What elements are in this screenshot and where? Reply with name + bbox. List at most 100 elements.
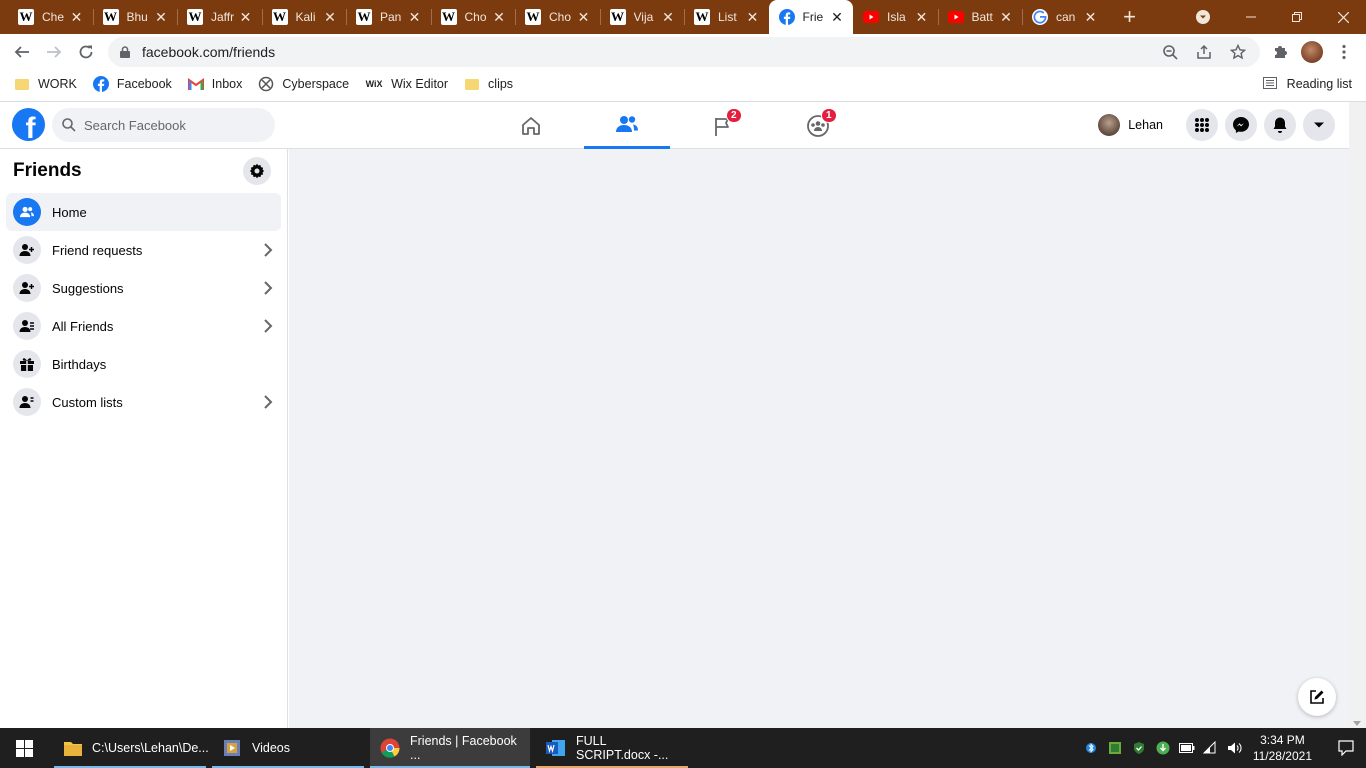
tab-list: W Che ✕ W Bhu ✕ W Jaffr ✕ W Kali ✕ W Pan ✕ W Cho ✕ W… — [0, 0, 1147, 34]
facebook-logo[interactable]: f — [12, 108, 45, 141]
volume-icon[interactable] — [1223, 728, 1247, 768]
tab-title: Che — [42, 10, 65, 24]
bookmark-inbox[interactable]: Inbox — [187, 70, 251, 98]
close-tab-icon[interactable]: ✕ — [576, 9, 592, 25]
sidebar-item-friend-requests[interactable]: Friend requests — [6, 231, 281, 269]
page-scrollbar[interactable] — [1349, 102, 1366, 728]
nav-tab-groups[interactable]: 1 — [775, 102, 861, 149]
account-button[interactable] — [1303, 109, 1335, 141]
browser-tab[interactable]: W Vija ✕ — [599, 0, 685, 34]
close-window-button[interactable] — [1320, 0, 1366, 34]
browser-tab[interactable]: W Jaffr ✕ — [177, 0, 262, 34]
extensions-button[interactable] — [1264, 36, 1296, 68]
browser-tab[interactable]: W Pan ✕ — [346, 0, 431, 34]
new-tab-button[interactable]: + — [1113, 0, 1147, 34]
minimize-button[interactable] — [1228, 0, 1274, 34]
close-tab-icon[interactable]: ✕ — [745, 9, 761, 25]
menu-button[interactable] — [1186, 109, 1218, 141]
tab-title: Vija — [633, 10, 654, 24]
security-icon[interactable] — [1127, 728, 1151, 768]
sidebar-item-all-friends[interactable]: All Friends — [6, 307, 281, 345]
browser-tab[interactable]: can ✕ — [1022, 0, 1107, 34]
bookmark-wix-editor[interactable]: WiX Wix Editor — [365, 70, 456, 98]
sidebar-item-custom-lists[interactable]: Custom lists — [6, 383, 281, 421]
notifications-button[interactable] — [1264, 109, 1296, 141]
main-content-area — [289, 149, 1349, 728]
facebook-search[interactable] — [52, 108, 275, 142]
browser-tab[interactable]: Isla ✕ — [853, 0, 938, 34]
browser-tab[interactable]: W Che ✕ — [8, 0, 93, 34]
browser-tab-strip: W Che ✕ W Bhu ✕ W Jaffr ✕ W Kali ✕ W Pan ✕ W Cho ✕ W… — [0, 0, 1366, 34]
bookmark-label: Facebook — [116, 77, 172, 91]
action-center-button[interactable] — [1326, 728, 1366, 768]
browser-tab[interactable]: W Cho ✕ — [515, 0, 600, 34]
close-tab-icon[interactable]: ✕ — [998, 9, 1014, 25]
nav-tab-friends[interactable] — [584, 102, 670, 149]
new-message-button[interactable] — [1298, 678, 1336, 716]
omnibox-actions — [1154, 37, 1254, 67]
close-tab-icon[interactable]: ✕ — [322, 9, 338, 25]
close-tab-icon[interactable]: ✕ — [914, 9, 930, 25]
restore-button[interactable] — [1274, 0, 1320, 34]
share-button[interactable] — [1188, 36, 1220, 68]
browser-tab[interactable]: W List ✕ — [684, 0, 769, 34]
download-tray-icon[interactable] — [1151, 728, 1175, 768]
tab-title: List — [718, 10, 737, 24]
messenger-icon — [1233, 117, 1249, 133]
reading-list-button[interactable]: Reading list — [1262, 70, 1352, 98]
nav-tab-home[interactable] — [488, 102, 574, 149]
bookmark-cyberspace[interactable]: Cyberspace — [258, 70, 357, 98]
close-tab-icon[interactable]: ✕ — [1083, 9, 1099, 25]
clock-time: 3:34 PM — [1260, 733, 1305, 747]
chrome-menu-button[interactable] — [1328, 36, 1360, 68]
sidebar-item-home[interactable]: Home — [6, 193, 281, 231]
close-icon — [1337, 11, 1349, 23]
bookmark-facebook[interactable]: Facebook — [92, 70, 180, 98]
taskbar-app-label: Videos — [252, 741, 290, 755]
taskbar-app-videos[interactable]: Videos — [212, 728, 364, 768]
scroll-down-icon[interactable] — [1353, 721, 1361, 726]
tab-search-button[interactable] — [1186, 9, 1220, 25]
close-tab-icon[interactable]: ✕ — [829, 9, 845, 25]
messenger-button[interactable] — [1225, 109, 1257, 141]
close-tab-icon[interactable]: ✕ — [69, 9, 85, 25]
search-input[interactable] — [84, 117, 264, 133]
wix-icon: WiX — [365, 79, 383, 89]
close-tab-icon[interactable]: ✕ — [407, 9, 423, 25]
notification-badge: 1 — [821, 108, 837, 123]
bluetooth-icon[interactable] — [1079, 728, 1103, 768]
sidebar-item-suggestions[interactable]: Suggestions — [6, 269, 281, 307]
close-tab-icon[interactable]: ✕ — [491, 9, 507, 25]
address-bar[interactable]: facebook.com/friends — [108, 37, 1260, 67]
browser-tab[interactable]: W Bhu ✕ — [92, 0, 178, 34]
wifi-icon[interactable] — [1199, 728, 1223, 768]
settings-button[interactable] — [243, 157, 271, 185]
sidebar-item-birthdays[interactable]: Birthdays — [6, 345, 281, 383]
browser-tab[interactable]: W Cho ✕ — [430, 0, 516, 34]
friend-request-icon — [13, 236, 41, 264]
app-tray-icon[interactable] — [1103, 728, 1127, 768]
close-tab-icon[interactable]: ✕ — [660, 9, 676, 25]
battery-icon[interactable] — [1175, 728, 1199, 768]
bookmark-star-button[interactable] — [1222, 36, 1254, 68]
zoom-button[interactable] — [1154, 36, 1186, 68]
browser-tab[interactable]: W Kali ✕ — [261, 0, 347, 34]
reload-button[interactable] — [70, 36, 102, 68]
taskbar-app-chrome[interactable]: Friends | Facebook ... — [370, 728, 530, 768]
close-tab-icon[interactable]: ✕ — [238, 9, 254, 25]
forward-button[interactable] — [38, 36, 70, 68]
close-tab-icon[interactable]: ✕ — [153, 9, 169, 25]
browser-tab-active[interactable]: Frie ✕ — [768, 0, 853, 34]
taskbar-app-explorer[interactable]: C:\Users\Lehan\De... — [54, 728, 209, 768]
nav-tab-pages[interactable]: 2 — [680, 102, 766, 149]
profile-button[interactable] — [1296, 36, 1328, 68]
back-button[interactable] — [6, 36, 38, 68]
browser-tab[interactable]: Batt ✕ — [937, 0, 1023, 34]
bookmark-clips[interactable]: clips — [464, 70, 521, 98]
start-button[interactable] — [0, 728, 48, 768]
profile-link[interactable]: Lehan — [1092, 108, 1173, 142]
bookmark-work[interactable]: WORK — [14, 70, 85, 98]
system-clock[interactable]: 3:34 PM 11/28/2021 — [1253, 732, 1312, 764]
taskbar-app-word[interactable]: FULL SCRIPT.docx -... — [536, 728, 688, 768]
taskbar-app-label: Friends | Facebook ... — [410, 734, 517, 762]
